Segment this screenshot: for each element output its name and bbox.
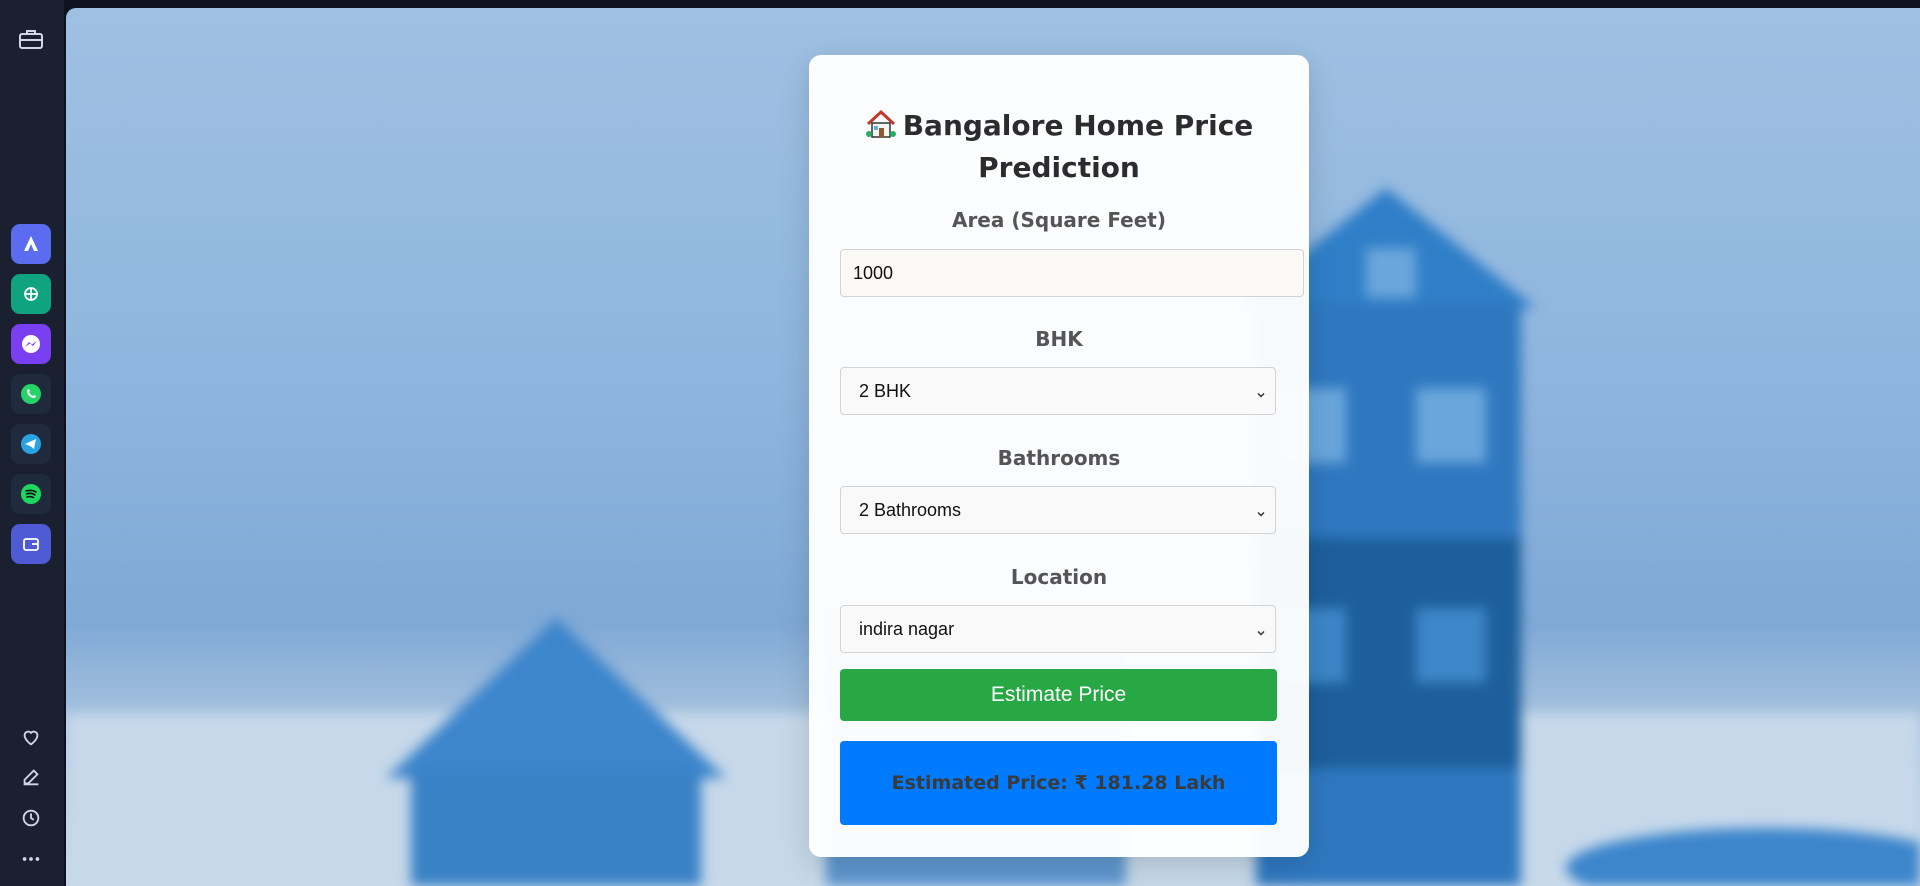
page-viewport: Bangalore Home Price Prediction Area (Sq… (66, 8, 1920, 886)
estimated-price-result: Estimated Price: ₹ 181.28 Lakh (840, 741, 1277, 825)
briefcase-icon[interactable] (17, 27, 45, 51)
area-label: Area (Square Feet) (951, 208, 1167, 232)
edit-icon[interactable] (17, 763, 45, 791)
location-select[interactable]: indira nagar (840, 605, 1276, 653)
chevron-down-icon (1255, 623, 1267, 636)
bhk-label: BHK (1035, 327, 1083, 351)
app-sidebar (0, 0, 64, 886)
bathrooms-label: Bathrooms (997, 446, 1121, 470)
wallet-app-icon[interactable] (11, 524, 51, 564)
history-icon[interactable] (17, 804, 45, 832)
bhk-select[interactable]: 2 BHK (840, 367, 1276, 415)
chatgpt-app-icon[interactable] (11, 274, 51, 314)
chevron-down-icon (1255, 504, 1267, 517)
location-selected: indira nagar (859, 618, 955, 639)
title-text: Bangalore Home Price Prediction (902, 109, 1254, 184)
spotify-app-icon[interactable] (11, 474, 51, 514)
page-title: Bangalore Home Price Prediction (809, 105, 1309, 189)
area-value: 1000 (853, 262, 894, 283)
arc-app-icon[interactable] (11, 224, 51, 264)
whatsapp-app-icon[interactable] (11, 374, 51, 414)
chevron-down-icon (1255, 385, 1267, 398)
prediction-card: Bangalore Home Price Prediction Area (Sq… (809, 55, 1309, 857)
heart-icon[interactable] (17, 723, 45, 751)
messenger-app-icon[interactable] (11, 324, 51, 364)
area-input[interactable]: 1000 (840, 249, 1304, 297)
more-icon[interactable] (17, 845, 45, 873)
location-label: Location (1010, 565, 1108, 589)
estimate-price-button[interactable]: Estimate Price (840, 669, 1277, 721)
bhk-selected: 2 BHK (859, 380, 912, 401)
bathrooms-selected: 2 Bathrooms (859, 499, 962, 520)
bathrooms-select[interactable]: 2 Bathrooms (840, 486, 1276, 534)
telegram-app-icon[interactable] (11, 424, 51, 464)
result-text: Estimated Price: ₹ 181.28 Lakh (891, 772, 1226, 794)
house-icon (865, 109, 897, 139)
